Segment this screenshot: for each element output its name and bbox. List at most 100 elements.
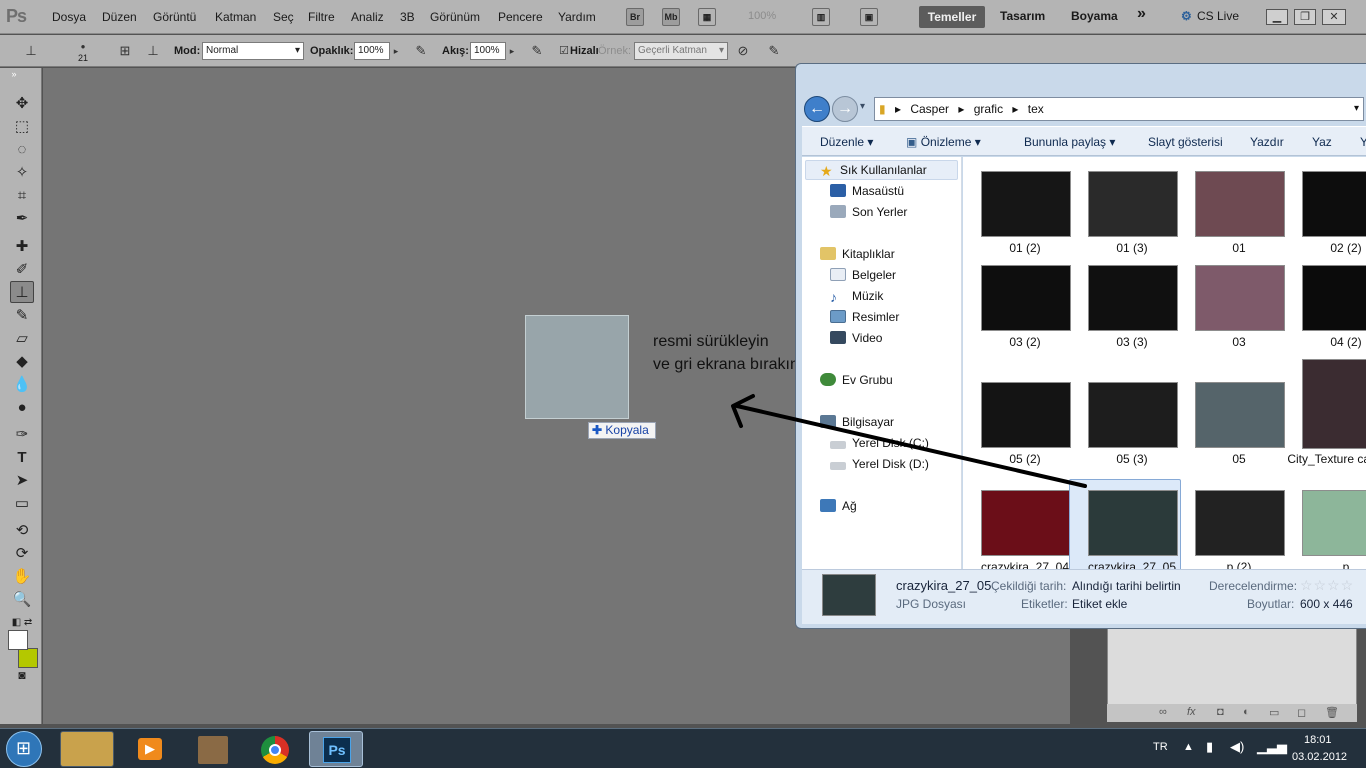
language-indicator[interactable]: TR — [1153, 741, 1168, 753]
path-selection-tool-icon[interactable]: ➤ — [10, 470, 34, 492]
file-item[interactable]: 04 (2) — [1284, 255, 1366, 359]
nav-disk-c[interactable]: Yerel Disk (C:) — [830, 436, 929, 450]
breadcrumb-tex[interactable]: tex — [1028, 102, 1044, 116]
file-item[interactable]: 01 (2) — [963, 161, 1071, 265]
file-item[interactable]: p (2) — [1177, 480, 1285, 569]
crop-tool-icon[interactable]: ⌗ — [10, 185, 34, 207]
eyedropper-tool-icon[interactable]: ✒ — [10, 208, 34, 230]
explorer-taskbar-icon[interactable] — [60, 731, 114, 767]
nav-video[interactable]: Video — [830, 331, 882, 345]
file-item-selected[interactable]: crazykira_27_05 — [1069, 479, 1181, 569]
breadcrumb-casper[interactable]: Casper — [910, 102, 949, 116]
nav-libraries[interactable]: Kitaplıklar — [820, 247, 895, 261]
start-button[interactable]: ⊞ — [6, 731, 42, 767]
workspace-temeller[interactable]: Temeller — [919, 6, 985, 28]
game-taskbar-icon[interactable] — [185, 731, 239, 767]
file-item[interactable]: 05 (3) — [1070, 372, 1178, 476]
lasso-tool-icon[interactable]: ◌ — [10, 139, 34, 161]
file-item[interactable]: 03 (3) — [1070, 255, 1178, 359]
file-item[interactable]: crazykira_27_04 — [963, 480, 1071, 569]
file-item[interactable]: 01 (3) — [1070, 161, 1178, 265]
3d-rotate-tool-icon[interactable]: ⟲ — [10, 520, 34, 542]
opacity-field[interactable]: 100% — [354, 42, 390, 60]
file-item[interactable]: 01 — [1177, 161, 1285, 265]
clock-date[interactable]: 03.02.2012 — [1292, 751, 1347, 763]
new-layer-icon[interactable]: ◻ — [1297, 706, 1306, 719]
tablet-size-icon[interactable]: ✎ — [765, 42, 783, 60]
menu-sec[interactable]: Seç — [273, 10, 294, 24]
zoom-tool-icon[interactable]: 🔍 — [10, 589, 34, 611]
file-item[interactable]: 02 (2) — [1284, 161, 1366, 265]
photoshop-taskbar-icon[interactable]: Ps — [309, 731, 363, 767]
volume-icon[interactable]: ◀) — [1230, 739, 1244, 755]
nav-computer[interactable]: Bilgisayar — [820, 415, 894, 429]
blur-tool-icon[interactable]: 💧 — [10, 374, 34, 396]
brush-tool-icon[interactable]: ✐ — [10, 259, 34, 281]
opacity-slider-icon[interactable]: ▸ — [390, 42, 402, 60]
back-arrow-icon[interactable]: ← — [804, 96, 830, 122]
cs-live-button[interactable]: CS Live — [1197, 9, 1239, 23]
menu-analiz[interactable]: Analiz — [351, 10, 384, 24]
nav-pictures[interactable]: Resimler — [830, 310, 899, 324]
adjustment-layer-icon[interactable]: ◐ — [1243, 706, 1250, 718]
show-hidden-icons-icon[interactable]: ▲ — [1183, 741, 1194, 753]
menu-duzen[interactable]: Düzen — [102, 10, 137, 24]
file-item[interactable]: 05 (2) — [963, 372, 1071, 476]
flow-field[interactable]: 100% — [470, 42, 506, 60]
menu-3b[interactable]: 3B — [400, 10, 415, 24]
menu-katman[interactable]: Katman — [215, 10, 256, 24]
menu-gorunum[interactable]: Görünüm — [430, 10, 480, 24]
mode-select[interactable]: Normal ▾ — [202, 42, 304, 60]
share-with-button[interactable]: Bununla paylaş ▾ — [1024, 135, 1115, 149]
restore-button[interactable]: ❐ — [1294, 9, 1316, 25]
nav-favorites[interactable]: ★ Sık Kullanılanlar — [820, 163, 927, 179]
file-item[interactable]: 03 — [1177, 255, 1285, 359]
tablet-opacity-icon[interactable]: ✎ — [412, 42, 430, 60]
minimize-button[interactable]: ▁ — [1266, 9, 1288, 25]
forward-arrow-icon[interactable]: → — [832, 96, 858, 122]
menu-filtre[interactable]: Filtre — [308, 10, 335, 24]
rating-stars-icon[interactable]: ☆☆☆☆ — [1300, 577, 1354, 594]
clock-time[interactable]: 18:01 — [1304, 734, 1332, 746]
layer-mask-icon[interactable]: ◘ — [1217, 706, 1224, 718]
layer-group-icon[interactable]: ▭ — [1269, 706, 1279, 719]
file-item[interactable]: 03 (2) — [963, 255, 1071, 359]
dodge-tool-icon[interactable]: ● — [10, 397, 34, 419]
file-item[interactable]: p — [1284, 480, 1366, 569]
recent-pages-chevron-icon[interactable]: ▾ — [860, 101, 865, 112]
slideshow-button[interactable]: Slayt gösterisi — [1148, 135, 1223, 149]
menu-yardim[interactable]: Yardım — [558, 10, 596, 24]
menu-goruntu[interactable]: Görüntü — [153, 10, 196, 24]
file-item[interactable]: City_Texture camiluch — [1284, 349, 1366, 479]
brush-panel-icon[interactable]: ⊞ — [116, 42, 134, 60]
nav-documents[interactable]: Belgeler — [830, 268, 896, 282]
hand-tool-icon[interactable]: ✋ — [10, 566, 34, 588]
print-button[interactable]: Yazdır — [1250, 135, 1284, 149]
clone-source-icon[interactable]: ⊥ — [144, 42, 162, 60]
preview-button[interactable]: ▣ Önizleme ▾ — [906, 135, 981, 149]
quick-selection-tool-icon[interactable]: ✧ — [10, 162, 34, 184]
detail-date-value[interactable]: Alındığı tarihi belirtin — [1072, 579, 1181, 593]
nav-network[interactable]: Ağ — [820, 499, 857, 513]
foreground-color-swatch[interactable] — [8, 630, 28, 650]
ignore-adjustment-icon[interactable]: ⊘ — [734, 42, 752, 60]
file-item[interactable]: 05 — [1177, 372, 1285, 476]
explorer-window[interactable]: ← → ▾ ▮ ▸ Casper ▸ grafic ▸ tex ▾ Düzenl… — [795, 63, 1366, 629]
burn-button[interactable]: Y — [1360, 135, 1366, 149]
workspace-tasarim[interactable]: Tasarım — [1000, 9, 1045, 23]
arrange-documents-icon[interactable]: ▥ — [812, 8, 830, 26]
pen-tool-icon[interactable]: ✑ — [10, 424, 34, 446]
delete-layer-icon[interactable]: 🗑 — [1325, 706, 1339, 719]
nav-disk-d[interactable]: Yerel Disk (D:) — [830, 457, 929, 471]
breadcrumb-grafic[interactable]: grafic — [974, 102, 1003, 116]
view-extras-icon[interactable]: ▦ — [698, 8, 716, 26]
nav-homegroup[interactable]: Ev Grubu — [820, 373, 893, 387]
file-list-pane[interactable]: 01 (2) 01 (3) 01 02 (2) 03 (2) 03 (3) 03… — [963, 157, 1366, 569]
history-brush-tool-icon[interactable]: ✎ — [10, 305, 34, 327]
paint-bucket-tool-icon[interactable]: ◆ — [10, 351, 34, 373]
nav-music[interactable]: ♪ Müzik — [830, 289, 883, 305]
shape-tool-icon[interactable]: ▭ — [10, 493, 34, 515]
link-layers-icon[interactable]: ∞ — [1159, 706, 1167, 718]
clone-stamp-tool-icon[interactable]: ⊥ — [10, 281, 34, 303]
move-tool-icon[interactable]: ✥ — [10, 93, 34, 115]
